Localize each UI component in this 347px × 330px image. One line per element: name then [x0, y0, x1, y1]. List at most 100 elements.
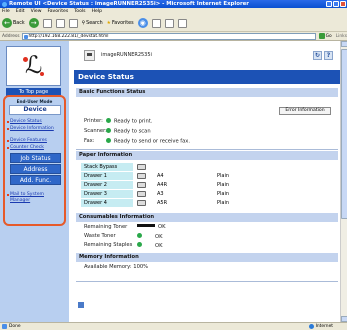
address-input[interactable]: http://192.168.222.81/_devstat.html — [21, 32, 316, 40]
waste-toner-status: OK — [137, 233, 163, 240]
toolbar: ← Back → ⚲ Search ★ Favorites ◉ — [0, 15, 347, 32]
back-button[interactable]: ← Back — [2, 18, 25, 28]
minimize-button[interactable] — [326, 1, 332, 7]
favorites-button[interactable]: ★ Favorites — [107, 21, 134, 26]
printer-label: Printer: — [84, 118, 103, 124]
security-zone: Internet — [308, 323, 333, 330]
paper-source-drawer-3: Drawer 3 — [81, 190, 133, 198]
paper-source-drawer-1: Drawer 1 — [81, 172, 133, 180]
menu-tools[interactable]: Tools — [74, 8, 85, 15]
menu-help[interactable]: Help — [92, 8, 102, 15]
scanner-status: Ready to scan — [106, 128, 151, 135]
mail-system-manager-link[interactable]: Mail to System Manager — [7, 192, 62, 203]
refresh-page-icon[interactable]: ↻ — [313, 51, 322, 60]
add-func-button[interactable]: Add. Func. — [10, 175, 61, 185]
go-arrow-icon — [318, 33, 325, 39]
refresh-icon[interactable] — [55, 18, 65, 28]
nav-link-counter-check[interactable]: Counter Check — [7, 145, 62, 151]
address-button[interactable]: Address — [10, 164, 61, 174]
paper-size: A4R — [157, 182, 168, 188]
logo-dot-2 — [40, 72, 44, 76]
menu-favorites[interactable]: Favorites — [48, 8, 69, 15]
fax-label: Fax: — [84, 138, 95, 144]
close-button[interactable] — [340, 1, 346, 7]
memory-information-heading: Memory Information — [76, 253, 338, 262]
internet-globe-icon — [308, 324, 314, 329]
printer-icon — [84, 50, 95, 61]
ok-icon — [106, 128, 111, 133]
paper-type: Plain — [217, 182, 230, 188]
divider — [76, 281, 338, 282]
main-pane: imageRUNNER2535i ↻ ? Device Status Basic… — [74, 41, 340, 322]
remote-ui-logo[interactable]: ℒ — [6, 46, 61, 86]
search-button[interactable]: ⚲ Search — [82, 21, 103, 26]
ie-icon — [2, 1, 7, 7]
highlighted-nav-panel: End-User Mode Device Device Status Devic… — [3, 95, 66, 226]
maximize-button[interactable] — [333, 1, 339, 7]
media-icon[interactable]: ◉ — [137, 18, 148, 28]
remaining-staples-label: Remaining Staples — [84, 242, 133, 248]
drawer-tray-icon — [137, 173, 146, 179]
menu-file[interactable]: File — [2, 8, 10, 15]
device-header: imageRUNNER2535i ↻ ? — [74, 41, 340, 67]
device-name: imageRUNNER2535i — [101, 52, 152, 58]
nav-link-device-information[interactable]: Device Information — [7, 126, 62, 132]
status-bar: Done Internet — [0, 322, 347, 330]
search-icon: ⚲ — [81, 20, 86, 26]
available-memory-value: 100% — [133, 264, 149, 270]
device-button[interactable]: Device — [9, 105, 61, 115]
window-controls — [326, 1, 346, 7]
stop-icon[interactable] — [42, 18, 52, 28]
ok-icon — [137, 233, 142, 238]
remaining-toner-status: OK — [137, 224, 166, 230]
page-content: ℒ To Top page End-User Mode Device Devic… — [0, 41, 340, 322]
fax-status: Ready to send or receive fax. — [106, 138, 190, 145]
error-information-button[interactable]: Error Information — [279, 107, 331, 115]
star-icon: ★ — [106, 20, 111, 26]
history-icon[interactable] — [151, 18, 161, 28]
scroll-thumb[interactable] — [341, 49, 347, 219]
mail-icon[interactable] — [164, 18, 174, 28]
menu-bar: File Edit View Favorites Tools Help — [0, 8, 347, 15]
go-button[interactable]: Go — [318, 32, 332, 41]
status-text: Done — [9, 324, 21, 329]
title-bar: Remote UI <Device Status : imageRUNNER25… — [0, 0, 347, 8]
paper-source-drawer-2: Drawer 2 — [81, 181, 133, 189]
user-mode-label: End-User Mode — [16, 99, 53, 104]
nav-link-device-features[interactable]: Device Features — [7, 138, 62, 144]
nav-link-device-status[interactable]: Device Status — [7, 119, 62, 125]
paper-source-drawer-4: Drawer 4 — [81, 199, 133, 207]
ok-icon — [106, 138, 111, 143]
job-status-button[interactable]: Job Status — [10, 153, 61, 163]
printer-status: Ready to print. — [106, 118, 152, 125]
window-title: Remote UI <Device Status : imageRUNNER25… — [9, 1, 249, 7]
browser-window: Remote UI <Device Status : imageRUNNER25… — [0, 0, 347, 330]
scroll-up-button[interactable] — [341, 41, 347, 47]
menu-edit[interactable]: Edit — [16, 8, 25, 15]
forward-button[interactable]: → — [28, 18, 39, 28]
paper-source-stack-bypass: Stack Bypass — [81, 163, 133, 171]
vertical-scrollbar[interactable] — [340, 41, 347, 322]
drawer-tray-icon — [137, 182, 146, 188]
paper-type: Plain — [217, 173, 230, 179]
available-memory: Available Memory: 100% — [84, 264, 149, 270]
consumables-heading: Consumables Information — [76, 213, 338, 222]
footer-icon — [78, 302, 84, 308]
page-title: Device Status — [74, 70, 340, 84]
paper-size: A3 — [157, 191, 164, 197]
remaining-staples-status: OK — [137, 242, 163, 249]
help-icon[interactable]: ? — [324, 51, 333, 60]
divider — [76, 149, 338, 150]
paper-size: A4 — [157, 173, 164, 179]
print-icon[interactable] — [177, 18, 187, 28]
header-buttons: ↻ ? — [313, 51, 333, 60]
home-icon[interactable] — [68, 18, 78, 28]
basic-functions-heading: Basic Functions Status — [76, 88, 338, 97]
menu-view[interactable]: View — [31, 8, 42, 15]
page-icon — [2, 324, 7, 329]
paper-information-heading: Paper Information — [76, 151, 338, 160]
ok-icon — [137, 242, 142, 247]
links-label[interactable]: Links — [336, 32, 347, 41]
left-navigation: ℒ To Top page End-User Mode Device Devic… — [0, 41, 69, 322]
back-arrow-icon: ← — [2, 18, 12, 28]
